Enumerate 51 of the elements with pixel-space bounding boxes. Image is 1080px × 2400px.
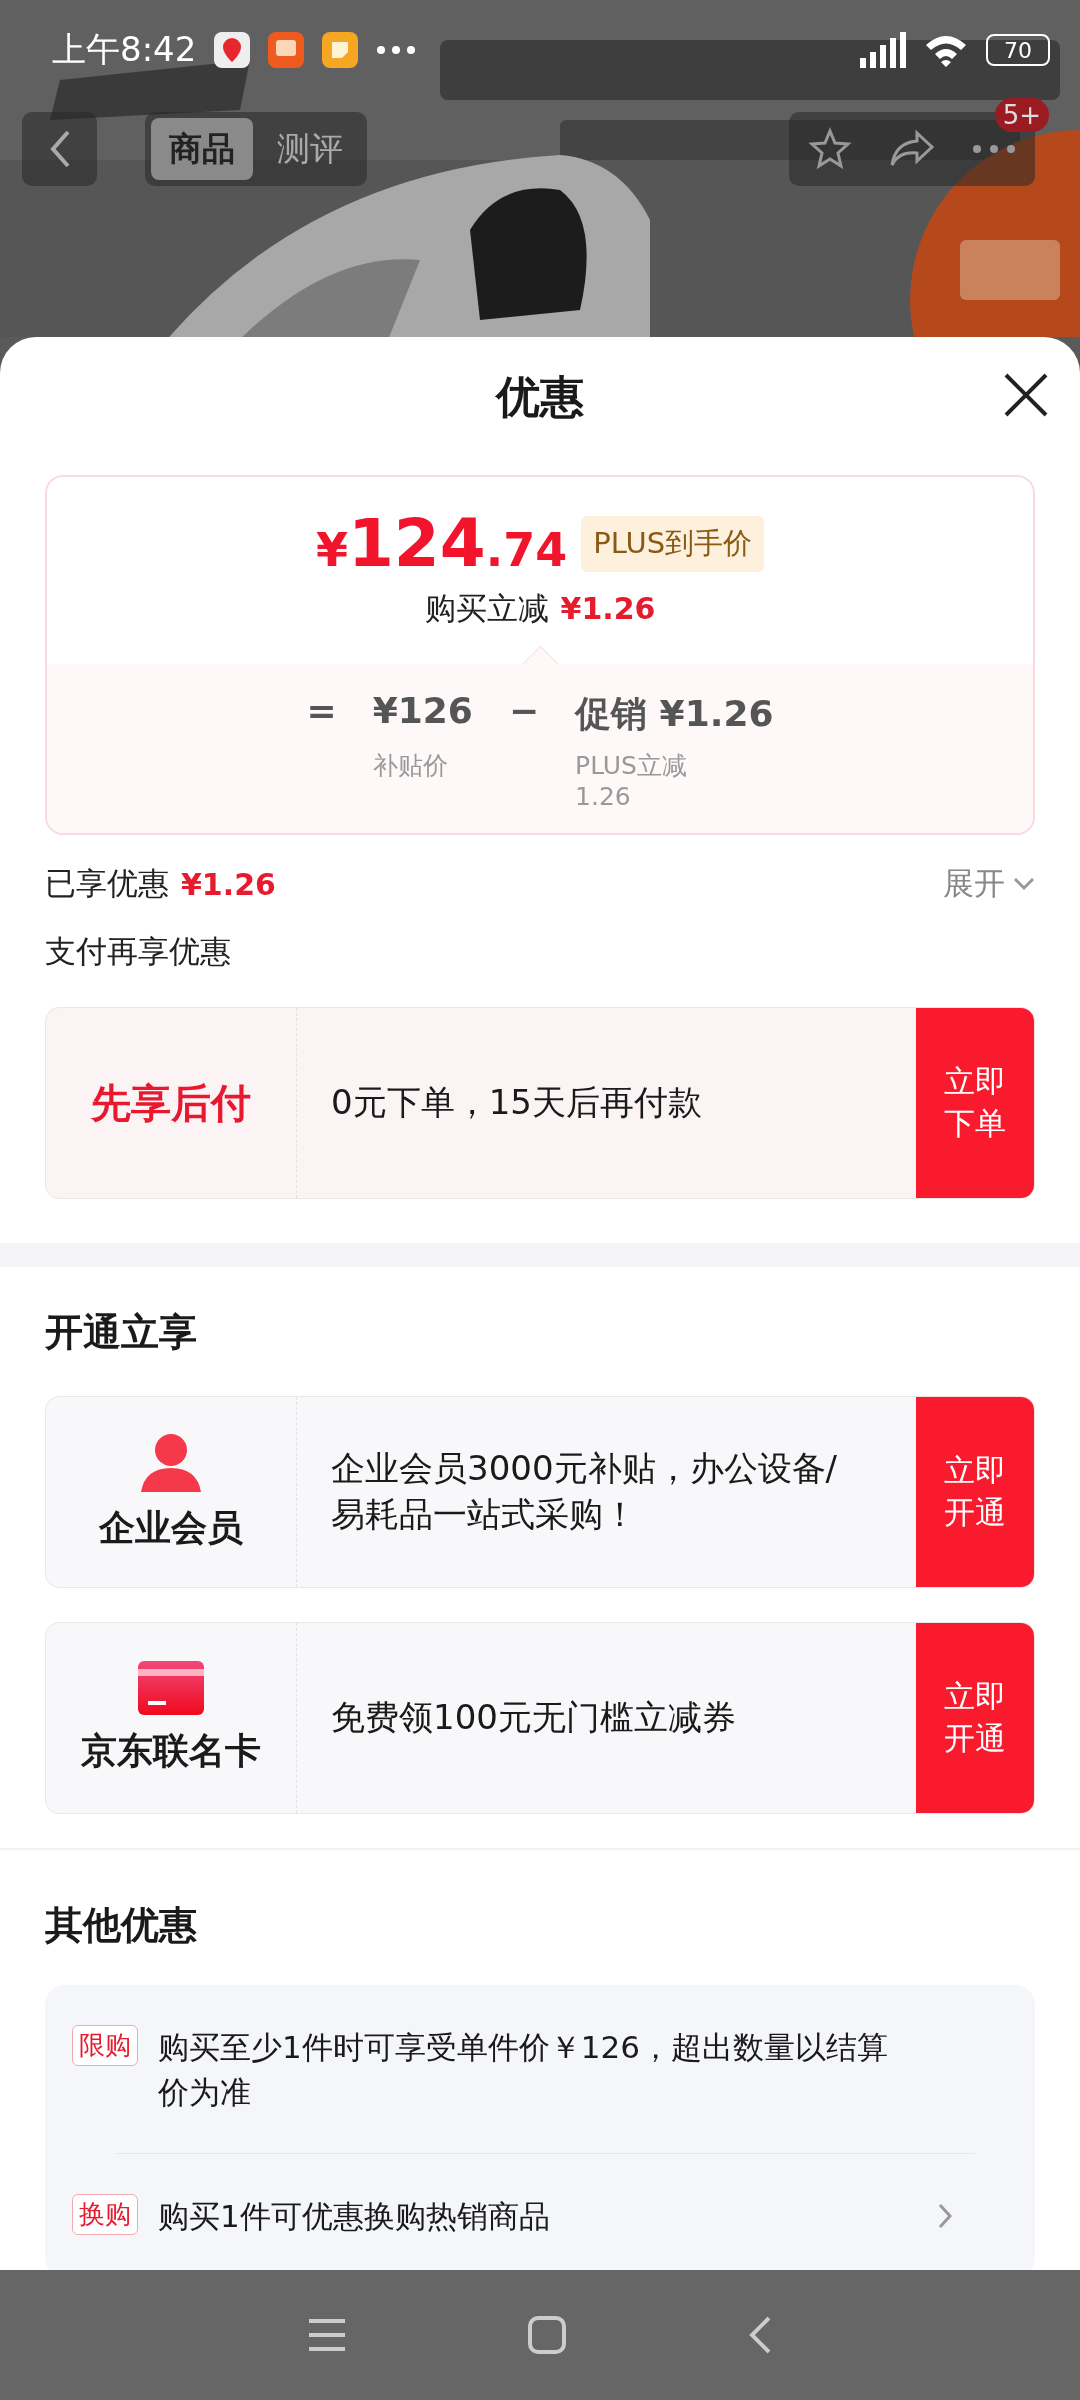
notes-app-icon: [322, 32, 359, 68]
minus-sign: −: [508, 690, 540, 733]
promotion-tag: 换购: [72, 2193, 138, 2235]
base-price: ¥126: [372, 690, 473, 733]
wifi-icon: [924, 33, 968, 67]
back-button[interactable]: [22, 112, 97, 186]
reduce-label: 购买立减: [424, 589, 549, 628]
offer-text: 免费领100元无门槛立减券: [330, 1696, 737, 1740]
discount-amount: 促销 ¥1.26: [575, 692, 774, 736]
promotion-text: 购买至少1件时可享受单件价￥126，超出数量以结算价为准: [158, 2028, 889, 2112]
activate-button[interactable]: 立即开通: [916, 1397, 1034, 1587]
activate-button[interactable]: 立即开通: [916, 1623, 1034, 1813]
enjoyed-amount: ¥1.26: [181, 866, 276, 902]
battery-icon: 70: [986, 34, 1050, 66]
offer-text: 企业会员3000元补贴，办公设备/易耗品一站式采购！: [330, 1447, 838, 1536]
offer-text: 0元下单，15天后再付款: [330, 1081, 703, 1125]
offer-name: 京东联名卡: [81, 1728, 261, 1773]
offer-name: 先享后付: [91, 1078, 251, 1128]
base-caption: 补贴价: [372, 750, 449, 782]
promotion-text: 购买1件可优惠换购热销商品: [158, 2196, 551, 2236]
close-button[interactable]: [1002, 371, 1050, 419]
final-price: ¥124.74: [315, 505, 568, 582]
more-icon[interactable]: [972, 144, 1017, 154]
section-title: 其他优惠: [44, 1902, 198, 1949]
order-button[interactable]: 立即下单: [916, 1008, 1034, 1198]
tab[interactable]: 商品: [151, 118, 253, 180]
section-title: 开通立享: [44, 1309, 198, 1356]
tab[interactable]: 测评: [259, 118, 361, 180]
section-subtitle: 支付再享优惠: [44, 932, 232, 971]
map-app-icon: [214, 32, 251, 68]
reduce-amount: ¥1.26: [560, 591, 656, 626]
menu-icon[interactable]: [307, 2317, 347, 2353]
home-icon[interactable]: [527, 2315, 567, 2355]
back-icon[interactable]: [747, 2315, 773, 2355]
person-icon: [139, 1431, 203, 1492]
chevron-down-icon[interactable]: [1013, 877, 1035, 891]
discount-caption: PLUS立减 1.26: [575, 750, 688, 811]
sheet-title: 优惠: [496, 369, 584, 424]
expand-button[interactable]: 展开: [943, 863, 1035, 905]
shopping-app-icon: [268, 32, 305, 68]
promotion-tag: 限购: [72, 2025, 138, 2066]
offer-name: 企业会员: [99, 1505, 243, 1550]
card-icon: [138, 1660, 204, 1715]
status-time: 上午8:42: [52, 28, 197, 71]
chevron-right-icon[interactable]: [938, 2203, 952, 2230]
enjoyed-label: 已享优惠: [45, 864, 169, 903]
star-icon[interactable]: [807, 127, 852, 171]
more-dots-icon: [376, 45, 417, 55]
equals-sign: =: [306, 690, 337, 733]
back-icon[interactable]: [48, 129, 71, 169]
plus-price-tag: PLUS到手价: [581, 515, 765, 572]
